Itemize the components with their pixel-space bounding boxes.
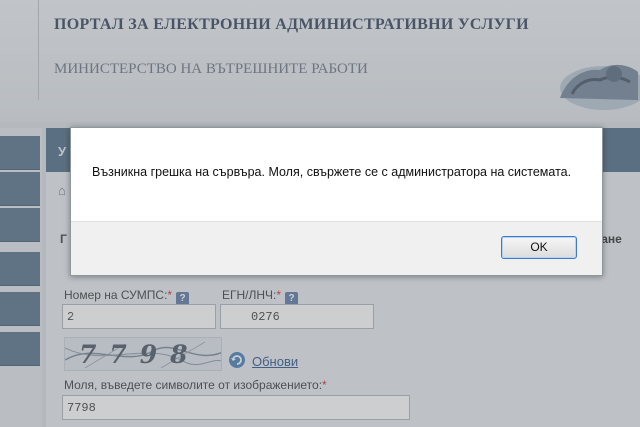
error-message: Възникна грешка на сървъра. Моля, свърже… (92, 165, 572, 179)
error-dialog: Възникна грешка на сървъра. Моля, свърже… (70, 127, 603, 276)
dialog-footer: OK (71, 221, 602, 275)
ok-button[interactable]: OK (501, 236, 577, 259)
